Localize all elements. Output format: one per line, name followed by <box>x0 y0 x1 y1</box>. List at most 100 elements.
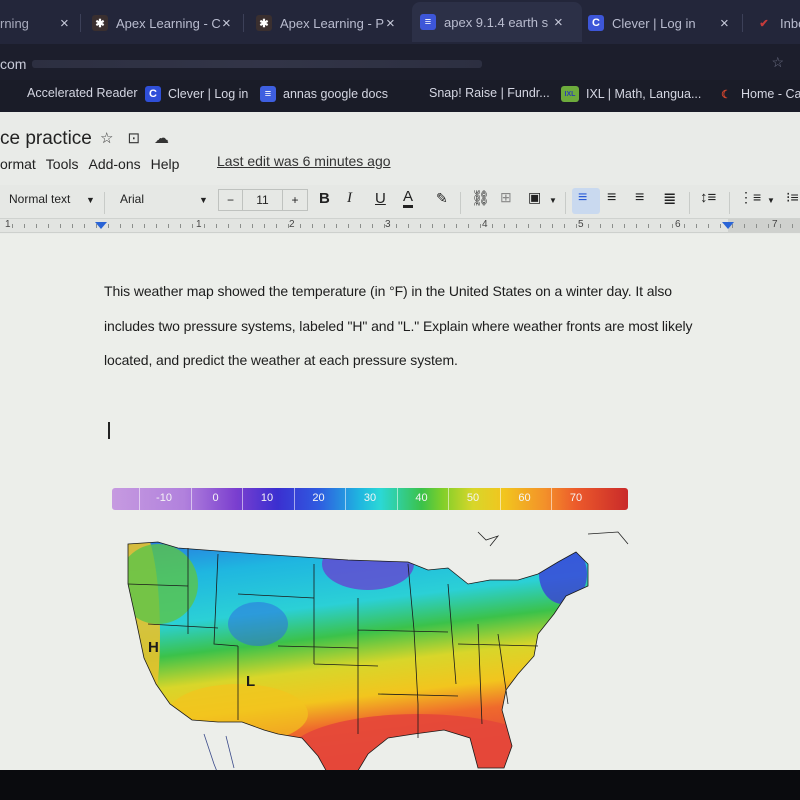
ruler-tick <box>168 224 169 228</box>
ruler-tick <box>624 224 625 228</box>
close-tab-icon[interactable]: × <box>386 15 395 32</box>
numbered-list-icon[interactable]: ⋮≡ <box>739 189 761 206</box>
legend-divider <box>448 488 449 510</box>
tab-title: Clever | Log in <box>612 15 696 31</box>
cloud-saved-icon[interactable]: ☁ <box>154 129 169 147</box>
italic-button[interactable]: I <box>347 190 352 207</box>
ruler-tick <box>756 224 757 228</box>
close-tab-icon[interactable]: × <box>720 15 729 32</box>
ruler-right-margin <box>728 219 800 233</box>
url-text[interactable]: com <box>0 56 26 72</box>
font-family-select[interactable]: Arial <box>120 192 144 206</box>
close-tab-icon[interactable]: × <box>222 15 231 32</box>
align-right-icon[interactable]: ≡ <box>635 189 644 207</box>
insert-link-icon[interactable]: ⛓ <box>471 189 490 207</box>
ruler-tick <box>720 224 721 228</box>
insert-image-icon[interactable]: ▣ <box>528 189 541 206</box>
menu-tools[interactable]: Tools <box>46 156 79 172</box>
legend-tick-label: 30 <box>363 492 377 504</box>
tab-separator <box>742 14 743 32</box>
ruler-tick <box>180 224 181 228</box>
legend-tick-label: -10 <box>156 492 172 504</box>
browser-tab-strip: rning × ✱ Apex Learning - C × ✱ Apex Lea… <box>0 0 800 44</box>
bookmark-star-icon[interactable]: ☆ <box>771 54 784 71</box>
left-indent-marker[interactable] <box>95 222 107 229</box>
ruler-tick <box>84 224 85 228</box>
ruler-number: 4 <box>482 219 488 230</box>
justify-icon[interactable]: ≣ <box>663 189 676 209</box>
align-center-icon[interactable]: ≡ <box>607 189 616 207</box>
underline-button[interactable]: U <box>375 190 386 207</box>
question-paragraph[interactable]: This weather map showed the temperature … <box>104 274 724 378</box>
ruler-tick <box>564 224 565 228</box>
menu-help[interactable]: Help <box>151 156 180 172</box>
text-color-button[interactable]: A <box>403 188 414 208</box>
ruler-tick <box>648 224 649 228</box>
bookmark-ixl[interactable]: IXL IXL | Math, Langua... <box>561 86 701 102</box>
apex-icon: ✱ <box>92 15 108 31</box>
document-title[interactable]: ce practice <box>0 128 92 150</box>
legend-tick-label: 60 <box>518 492 531 504</box>
legend-tick-label: 70 <box>569 492 583 504</box>
bold-button[interactable]: B <box>319 190 330 207</box>
ruler-tick <box>288 224 289 228</box>
tab-apex-earth-doc[interactable]: ≡ apex 9.1.4 earth s × <box>412 2 582 42</box>
bookmark-accelerated-reader[interactable]: Accelerated Reader <box>27 86 137 100</box>
menu-format[interactable]: ormat <box>0 156 36 172</box>
tab-clever[interactable]: C Clever | Log in × <box>588 8 729 38</box>
font-size-control: − 11 + <box>218 189 308 211</box>
ruler-tick <box>780 224 781 228</box>
close-tab-icon[interactable]: × <box>60 15 69 32</box>
chevron-down-icon[interactable]: ▼ <box>199 195 208 205</box>
last-edit-link[interactable]: Last edit was 6 minutes ago <box>217 153 391 169</box>
temperature-fill <box>128 542 588 774</box>
bookmark-clever[interactable]: C Clever | Log in <box>145 86 248 102</box>
line-spacing-icon[interactable]: ↕≡ <box>700 189 716 206</box>
ruler-tick <box>144 224 145 228</box>
paragraph-style-select[interactable]: Normal text <box>9 192 70 206</box>
ruler-tick <box>240 224 241 228</box>
ruler-number: 3 <box>385 219 391 230</box>
document-page[interactable]: This weather map showed the temperature … <box>0 234 800 774</box>
bookmark-canvas-home[interactable]: ☾ Home - Ca <box>718 86 800 102</box>
chevron-down-icon[interactable]: ▼ <box>767 196 775 205</box>
increase-font-size-button[interactable]: + <box>283 190 307 210</box>
tab-apex-learning-2[interactable]: ✱ Apex Learning - C × <box>92 8 231 38</box>
legend-tick-label: 10 <box>260 492 274 504</box>
decrease-font-size-button[interactable]: − <box>219 190 243 210</box>
tab-apex-learning-1[interactable]: rning × <box>0 8 69 38</box>
ruler-tick <box>600 224 601 228</box>
right-indent-marker[interactable] <box>722 222 734 229</box>
bookmark-annas-google-docs[interactable]: ≡ annas google docs <box>260 86 388 102</box>
menu-bar: ormat Tools Add-ons Help <box>0 156 189 172</box>
ruler-tick <box>588 224 589 228</box>
font-size-input[interactable]: 11 <box>243 190 283 210</box>
low-pressure-label: L <box>246 673 255 690</box>
ruler-tick <box>672 224 673 228</box>
legend-divider <box>139 488 140 510</box>
close-tab-icon[interactable]: × <box>554 14 563 31</box>
tab-apex-learning-3[interactable]: ✱ Apex Learning - P × <box>256 8 395 38</box>
add-comment-icon[interactable]: ⊞ <box>500 189 512 206</box>
star-icon[interactable]: ☆ <box>100 129 113 147</box>
toolbar-divider <box>460 192 461 214</box>
ruler-tick <box>420 224 421 228</box>
horizontal-ruler[interactable]: 1 1 2 3 4 5 6 7 <box>0 219 800 233</box>
legend-tick-label: 40 <box>415 492 428 504</box>
move-to-folder-icon[interactable]: ⊡ <box>127 129 140 147</box>
align-left-icon[interactable]: ≡ <box>578 189 587 207</box>
ruler-tick <box>384 224 385 228</box>
ruler-tick <box>216 224 217 228</box>
formatting-toolbar: Normal text ▼ Arial ▼ − 11 + B I U A ✎ ⛓… <box>0 185 800 219</box>
google-docs-app: ce practice ☆ ⊡ ☁ ormat Tools Add-ons He… <box>0 112 800 774</box>
bookmark-snap-raise[interactable]: Snap! Raise | Fundr... <box>429 86 550 100</box>
menu-add-ons[interactable]: Add-ons <box>88 156 140 172</box>
legend-tick-label: 0 <box>212 492 219 504</box>
chevron-down-icon[interactable]: ▼ <box>86 195 95 205</box>
address-bar[interactable]: com ☆ <box>0 44 800 80</box>
tab-inbox[interactable]: ✔ Inbo <box>756 8 800 38</box>
chevron-down-icon[interactable]: ▼ <box>549 196 557 205</box>
highlight-color-icon[interactable]: ✎ <box>436 190 448 207</box>
bulleted-list-icon[interactable]: ⁝≡ <box>786 189 799 206</box>
tab-separator <box>243 14 244 32</box>
